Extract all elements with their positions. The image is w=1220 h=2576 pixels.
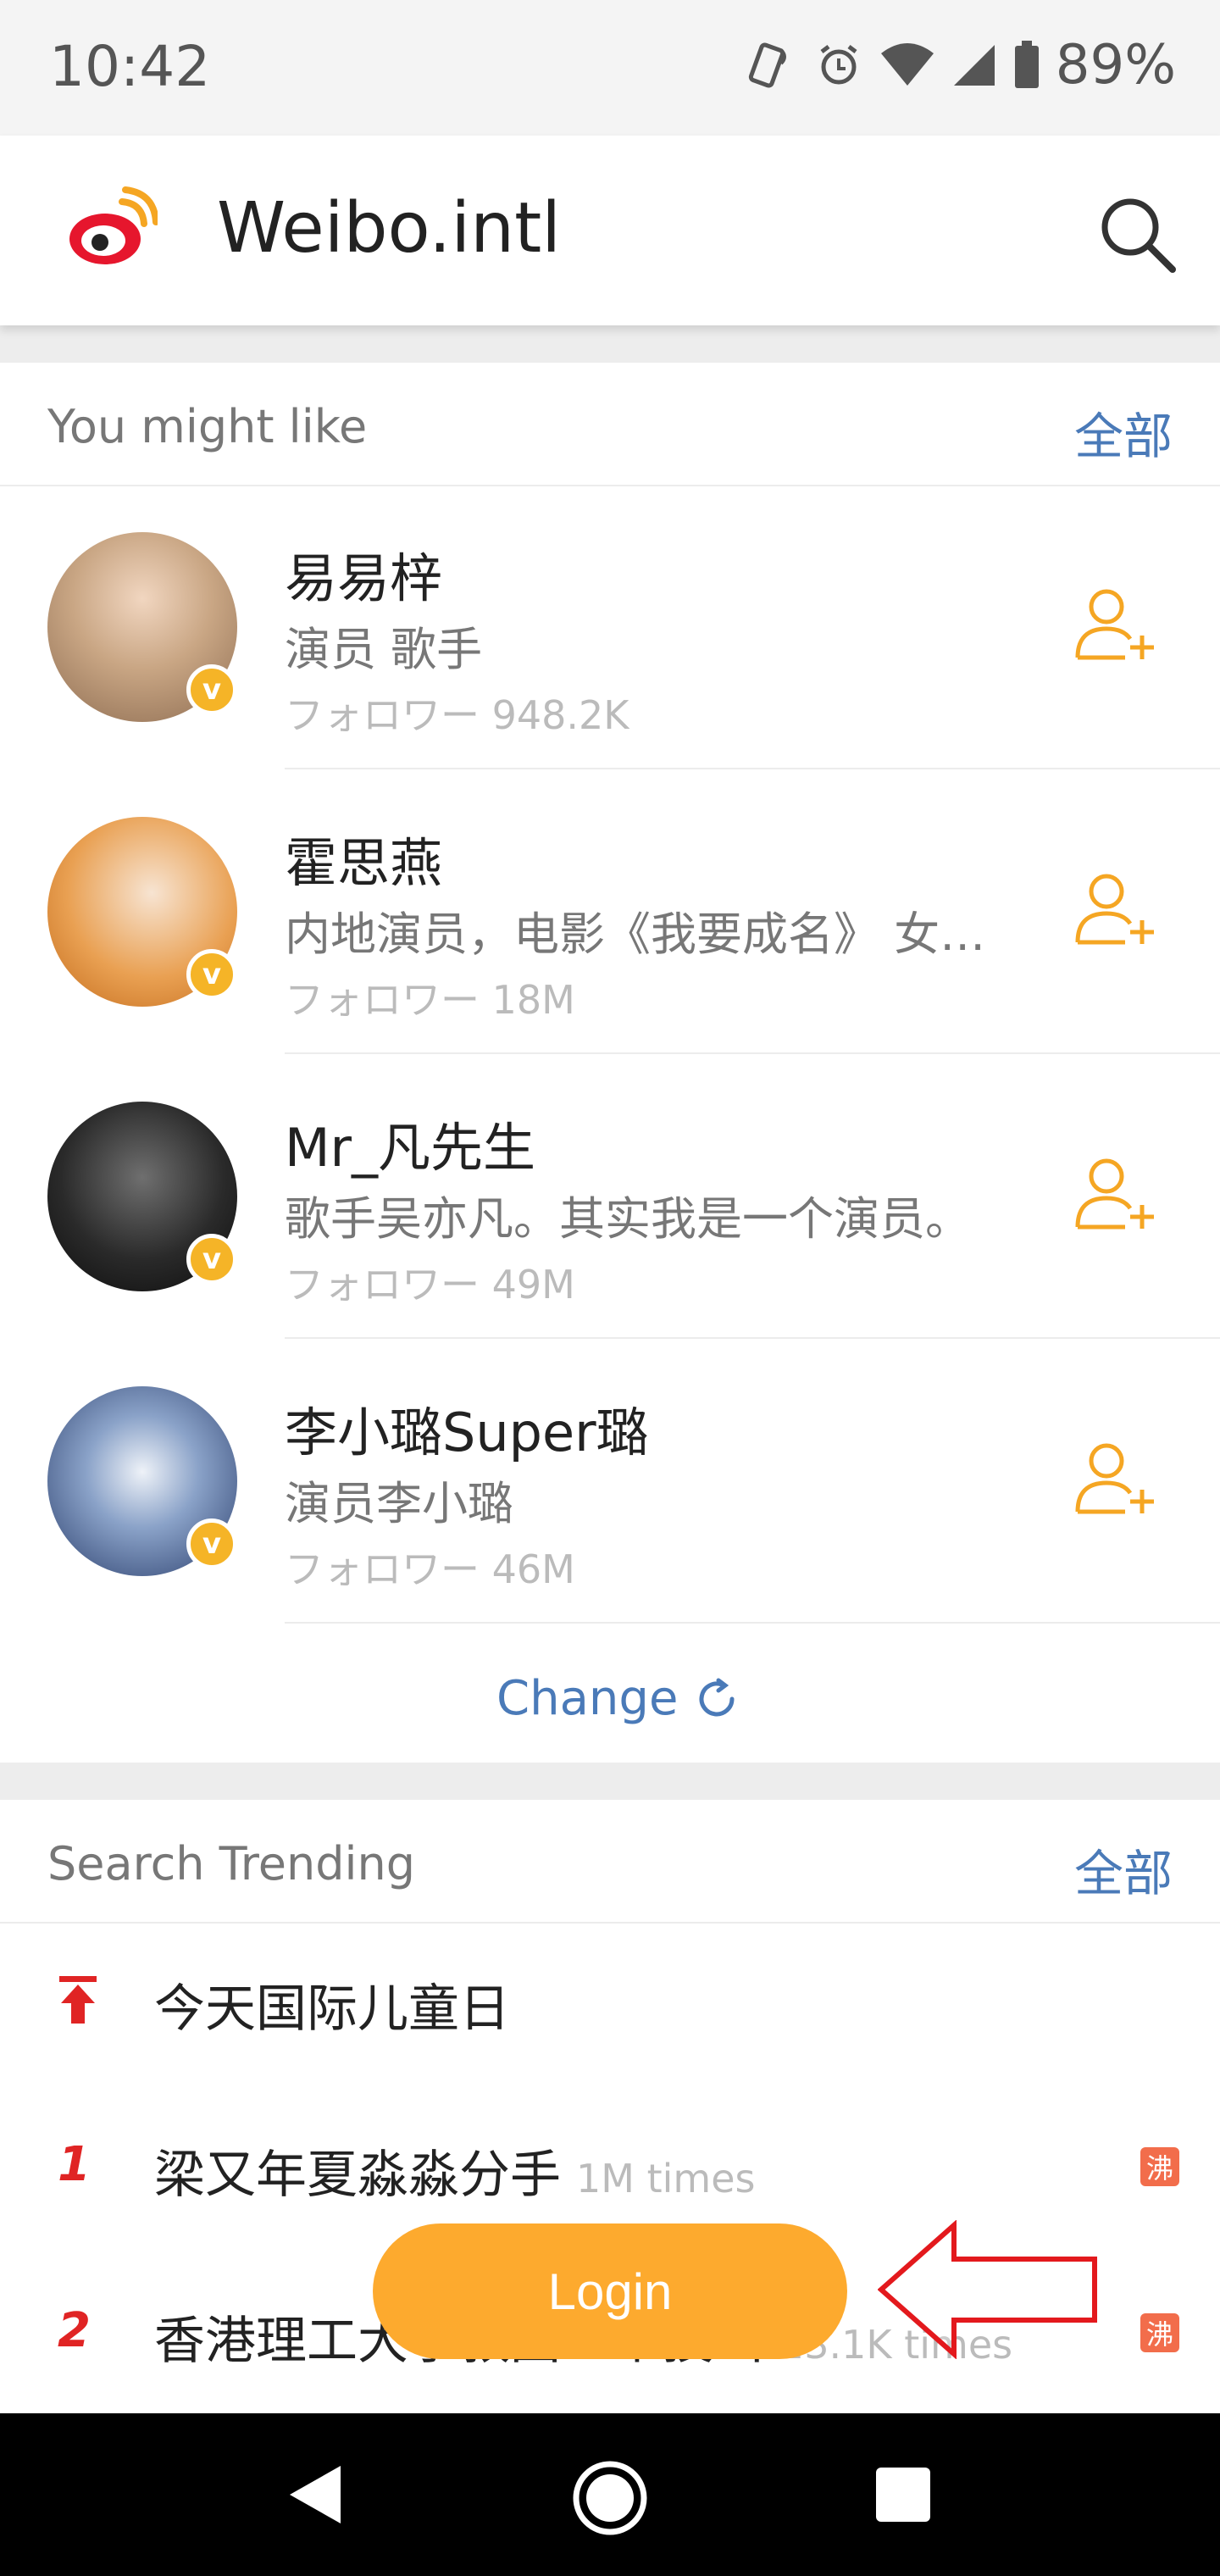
signal-icon	[953, 45, 995, 86]
verified-badge-icon: v	[186, 664, 237, 715]
trending-text: 今天国际儿童日	[154, 1968, 510, 2041]
battery-icon	[1014, 41, 1039, 88]
user-description: 歌手吴亦凡。其实我是一个演员。	[285, 1192, 971, 1246]
user-description: 内地演员，电影《我要成名》 女…	[285, 908, 986, 961]
user-name[interactable]: 霍思燕	[285, 820, 442, 897]
battery-level: 89%	[1055, 34, 1176, 97]
trending-title-text: 今天国际儿童日	[154, 1979, 510, 2039]
suggested-users-card: You might like 全部 v 易易梓 演员 歌手 フォロワー 948.…	[0, 363, 1220, 1763]
app-bar: Weibo.intl	[0, 136, 1220, 325]
status-time: 10:42	[49, 34, 211, 99]
home-icon[interactable]	[569, 2457, 651, 2539]
trending-rank: 1	[58, 2137, 91, 2192]
user-name[interactable]: 李小璐Super璐	[285, 1390, 649, 1466]
user-suggestion-row[interactable]: v 霍思燕 内地演员，电影《我要成名》 女… フォロワー 18M	[0, 769, 1220, 1054]
user-suggestion-row[interactable]: v 易易梓 演员 歌手 フォロワー 948.2K	[0, 485, 1220, 769]
back-icon[interactable]	[286, 2462, 344, 2527]
verified-badge-icon: v	[186, 1234, 237, 1285]
system-nav-bar	[0, 2413, 1220, 2576]
hot-badge: 沸	[1140, 2147, 1179, 2186]
vibrate-icon	[748, 42, 786, 88]
trending-item[interactable]: 今天国际儿童日	[0, 1922, 1220, 2088]
change-row: Change	[0, 1627, 1220, 1763]
wifi-icon	[880, 43, 934, 86]
follow-user-icon[interactable]	[1074, 1156, 1159, 1232]
follow-user-icon[interactable]	[1074, 586, 1159, 663]
trending-title-text: 梁又年夏淼淼分手	[154, 2146, 561, 2205]
user-followers: フォロワー 948.2K	[285, 692, 629, 738]
login-button[interactable]: Login	[373, 2223, 847, 2359]
pinned-top-icon	[59, 1976, 97, 2024]
suggested-header: You might like 全部	[0, 363, 1220, 486]
hot-badge: 沸	[1140, 2313, 1179, 2352]
user-suggestion-row[interactable]: v 李小璐Super璐 演员李小璐 フォロワー 46M	[0, 1339, 1220, 1624]
verified-badge-icon: v	[186, 1518, 237, 1569]
trending-text: 梁又年夏淼淼分手 1M times	[154, 2134, 755, 2207]
recent-apps-icon[interactable]	[876, 2468, 930, 2522]
status-icons: 89%	[744, 34, 1176, 97]
user-followers: フォロワー 46M	[285, 1546, 575, 1592]
user-suggestion-row[interactable]: v Mr_凡先生 歌手吴亦凡。其实我是一个演员。 フォロワー 49M	[0, 1054, 1220, 1339]
annotation-arrow-icon	[878, 2220, 1097, 2359]
refresh-icon	[699, 1678, 735, 1716]
suggested-title: You might like	[47, 400, 368, 453]
trending-header: Search Trending 全部	[0, 1800, 1220, 1924]
trending-count: 1M times	[576, 2156, 756, 2201]
alarm-icon	[820, 45, 857, 85]
weibo-logo-icon	[69, 186, 158, 264]
row-divider	[285, 1622, 1220, 1624]
trending-all-link[interactable]: 全部	[1074, 1834, 1173, 1905]
change-label: Change	[496, 1671, 679, 1726]
suggested-all-link[interactable]: 全部	[1074, 397, 1173, 468]
user-name[interactable]: Mr_凡先生	[285, 1105, 535, 1181]
follow-user-icon[interactable]	[1074, 871, 1159, 947]
user-name[interactable]: 易易梓	[285, 536, 442, 612]
trending-title: Search Trending	[47, 1837, 415, 1890]
status-bar: 10:42 89%	[0, 0, 1220, 136]
app-title: Weibo.intl	[217, 188, 562, 269]
trending-rank: 2	[58, 2303, 91, 2358]
search-icon[interactable]	[1095, 192, 1179, 276]
user-description: 演员李小璐	[285, 1477, 513, 1530]
user-followers: フォロワー 18M	[285, 977, 575, 1023]
verified-badge-icon: v	[186, 949, 237, 1000]
user-description: 演员 歌手	[285, 623, 483, 676]
change-button[interactable]: Change	[496, 1671, 739, 1726]
user-followers: フォロワー 49M	[285, 1262, 575, 1307]
follow-user-icon[interactable]	[1074, 1441, 1159, 1517]
